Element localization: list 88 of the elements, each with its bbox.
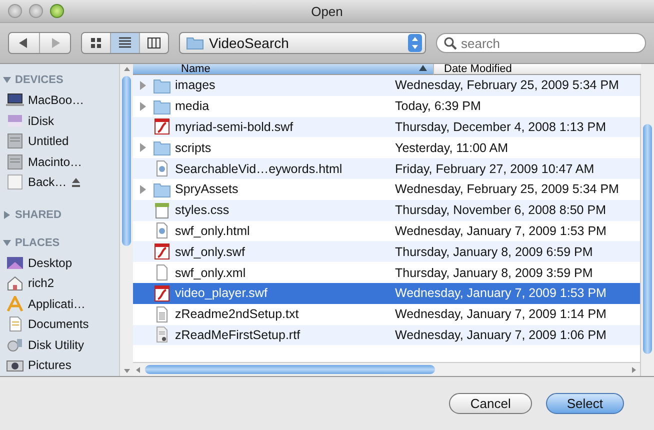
folder-icon — [186, 36, 204, 50]
file-name: video_player.swf — [175, 286, 268, 300]
file-row[interactable]: scripts Yesterday, 11:00 AM — [133, 137, 640, 158]
sidebar-item[interactable]: Documents — [0, 314, 119, 334]
disk-utility-icon — [6, 336, 24, 353]
vertical-scrollbar[interactable] — [640, 64, 654, 376]
flash-file-icon — [153, 118, 171, 136]
date-cell: Today, 6:39 PM — [395, 99, 481, 114]
flash-file-icon — [153, 243, 171, 260]
sidebar-item[interactable]: Untitled — [0, 131, 119, 152]
disclosure-icon[interactable] — [3, 76, 11, 84]
cancel-button[interactable]: Cancel — [449, 393, 532, 414]
flash-file-icon — [153, 284, 171, 302]
disclosure-icon[interactable] — [3, 210, 11, 218]
date-cell: Thursday, January 8, 2009 6:59 PM — [395, 244, 593, 259]
file-row[interactable]: styles.css Thursday, November 6, 2008 8:50 PM — [133, 200, 640, 221]
search-icon — [443, 36, 457, 50]
date-cell: Yesterday, 11:00 AM — [395, 140, 508, 155]
disclosure-icon[interactable] — [139, 80, 147, 90]
file-name: swf_only.html — [175, 224, 250, 238]
file-name: scripts — [175, 140, 212, 155]
sidebar-item[interactable]: Applicati… — [0, 294, 119, 314]
file-name: zReadme2ndSetup.txt — [175, 307, 299, 322]
date-cell: Friday, February 27, 2009 10:47 AM — [395, 162, 594, 176]
file-row[interactable]: swf_only.xml Thursday, January 8, 2009 3:59 PM — [133, 262, 640, 283]
date-cell: Wednesday, January 7, 2009 1:14 PM — [395, 307, 606, 322]
file-name: zReadMeFirstSetup.rtf — [175, 328, 300, 342]
date-cell: Wednesday, February 25, 2009 5:34 PM — [395, 78, 619, 92]
column-header[interactable]: Date Modified — [433, 64, 641, 75]
column-header[interactable]: Name — [133, 64, 433, 75]
date-cell: Wednesday, February 25, 2009 5:34 PM — [395, 182, 619, 196]
file-row[interactable]: swf_only.swf Thursday, January 8, 2009 6:59 PM — [133, 241, 640, 262]
back-forward-control[interactable] — [8, 32, 71, 54]
file-row[interactable]: zReadMeFirstSetup.rtf Wednesday, January 7, 2009 1:06 PM — [133, 324, 640, 346]
list-view-icon[interactable] — [110, 33, 139, 53]
stylesheet-icon — [153, 202, 171, 219]
disclosure-icon[interactable] — [139, 184, 147, 194]
file-name: images — [175, 78, 216, 92]
sidebar-item[interactable]: Desktop — [0, 252, 119, 273]
applications-icon — [6, 296, 24, 312]
file-row[interactable]: images Wednesday, February 25, 2009 5:34 PM — [133, 75, 640, 96]
horizontal-scrollbar[interactable] — [133, 362, 640, 376]
desktop-icon — [6, 254, 24, 271]
file-row[interactable]: media Today, 6:39 PM — [133, 96, 640, 117]
drive-icon — [6, 133, 24, 150]
drive-icon — [6, 174, 24, 190]
location-popup[interactable]: VideoSearch — [179, 32, 426, 54]
scrollbar[interactable] — [119, 64, 133, 376]
file-name: myriad-semi-bold.swf — [175, 120, 294, 134]
date-cell: Thursday, November 6, 2008 8:50 PM — [395, 203, 606, 218]
sidebar-item[interactable]: Back… — [0, 172, 119, 192]
file-name: styles.css — [175, 203, 230, 218]
date-cell: Thursday, December 4, 2008 1:13 PM — [395, 120, 606, 134]
window-title: Open — [311, 4, 343, 18]
file-name: media — [175, 99, 210, 114]
select-button[interactable]: Select — [546, 393, 624, 414]
eject-icon[interactable] — [70, 177, 81, 188]
date-cell: Thursday, January 8, 2009 3:59 PM — [395, 266, 593, 280]
close-icon[interactable] — [8, 4, 22, 18]
minimize-icon[interactable] — [29, 4, 43, 18]
date-cell: Wednesday, January 7, 2009 1:06 PM — [395, 328, 606, 342]
file-row[interactable]: myriad-semi-bold.swf Thursday, December 4, 2008 1:13 PM — [133, 116, 640, 138]
sidebar-item[interactable]: Disk Utility — [0, 334, 119, 355]
disclosure-icon[interactable] — [3, 238, 11, 246]
file-name: swf_only.swf — [175, 244, 245, 259]
search-field[interactable]: search — [436, 33, 646, 53]
file-row[interactable]: zReadme2ndSetup.txt Wednesday, January 7, 2009 1:14 PM — [133, 304, 640, 325]
date-cell: Wednesday, January 7, 2009 1:53 PM — [395, 286, 606, 300]
file-row[interactable]: video_player.swf Wednesday, January 7, 2009 1:53 PM — [133, 282, 640, 304]
sidebar-item[interactable]: rich2 — [0, 273, 119, 294]
file-name: SpryAssets — [175, 182, 238, 196]
drive-icon — [6, 154, 24, 170]
sidebar-item[interactable]: iDisk — [0, 110, 119, 131]
file-row[interactable]: swf_only.html Wednesday, January 7, 2009 1:53 PM — [133, 220, 640, 242]
sidebar-item[interactable]: Pictures — [0, 355, 119, 376]
file-name: SearchableVid…eywords.html — [175, 162, 342, 176]
disclosure-icon[interactable] — [139, 143, 147, 152]
sidebar-item[interactable]: MacBoo… — [0, 90, 119, 110]
file-row[interactable]: SpryAssets Wednesday, February 25, 2009 5:34 PM — [133, 178, 640, 200]
sidebar-item[interactable]: Macinto… — [0, 152, 119, 172]
stepper-icon — [408, 34, 422, 52]
house-icon — [6, 275, 24, 292]
date-cell: Wednesday, January 7, 2009 1:53 PM — [395, 224, 606, 238]
file-row[interactable]: SearchableVid…eywords.html Friday, February 27, 2009 10:47 AM — [133, 158, 640, 179]
file-name: swf_only.xml — [175, 266, 246, 280]
disclosure-icon[interactable] — [139, 102, 147, 111]
zoom-icon[interactable] — [50, 4, 64, 18]
laptop-icon — [6, 92, 24, 108]
